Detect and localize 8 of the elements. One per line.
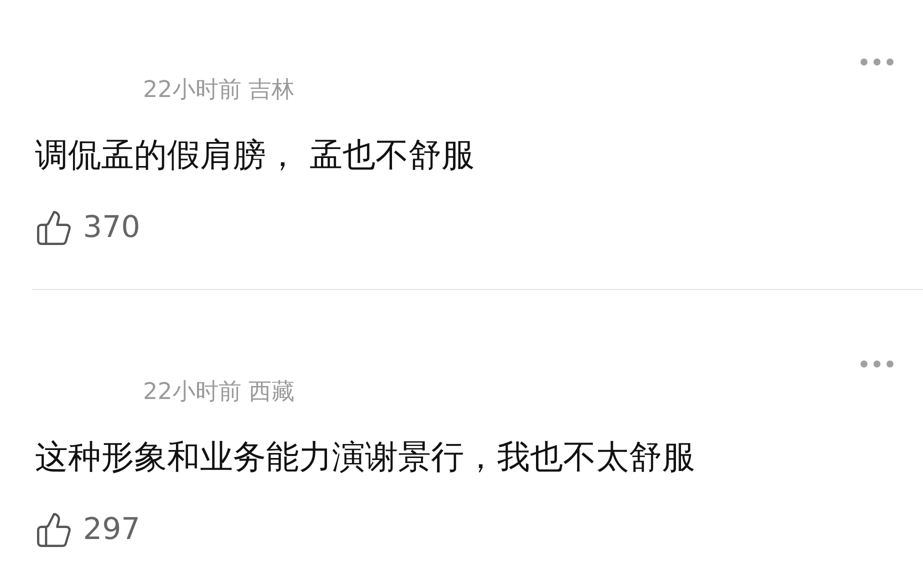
thumbs-up-icon[interactable] (35, 209, 73, 247)
like-count: 370 (83, 210, 140, 246)
comment-text: 这种形象和业务能力演谢景行，我也不太舒服 (35, 436, 696, 478)
comment-meta: 22小时前 吉林 (143, 76, 295, 104)
comment-text: 调侃孟的假肩膀， 孟也不舒服 (35, 134, 476, 176)
comment-meta: 22小时前 西藏 (143, 378, 295, 406)
like-count: 297 (83, 512, 140, 548)
thumbs-up-icon[interactable] (35, 511, 73, 549)
